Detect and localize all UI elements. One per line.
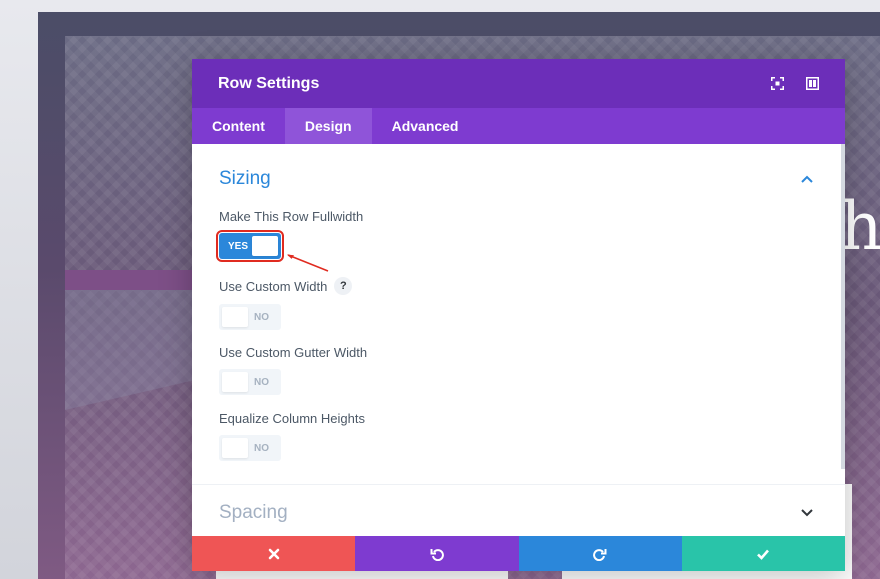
gutter-width-label: Use Custom Gutter Width bbox=[219, 345, 368, 360]
toggle-knob bbox=[222, 438, 248, 458]
equalize-heights-toggle[interactable]: NO bbox=[219, 435, 281, 461]
toggle-state: NO bbox=[254, 442, 269, 454]
modal-body: Sizing Make This Row Fullwidth YES Use C… bbox=[192, 144, 845, 536]
expand-icon[interactable] bbox=[771, 77, 784, 90]
sizing-section-header[interactable]: Sizing bbox=[192, 144, 845, 214]
toggle-knob bbox=[252, 236, 278, 256]
background-module bbox=[216, 571, 508, 579]
field-label: Equalize Column Heights bbox=[219, 411, 365, 426]
field-label: Use Custom Width ? bbox=[219, 277, 353, 295]
background-module bbox=[562, 571, 844, 579]
toggle-state: NO bbox=[254, 376, 269, 388]
modal-header: Row Settings bbox=[192, 59, 845, 108]
toggle-knob bbox=[222, 372, 248, 392]
tab-content[interactable]: Content bbox=[192, 108, 285, 144]
modal-footer bbox=[192, 536, 845, 571]
toggle-knob bbox=[222, 307, 248, 327]
close-icon bbox=[268, 548, 279, 559]
scrollbar[interactable] bbox=[841, 144, 845, 469]
spacing-section-header[interactable]: Spacing bbox=[192, 478, 845, 536]
toggle-state: NO bbox=[254, 311, 269, 323]
save-button[interactable] bbox=[681, 536, 845, 571]
undo-button[interactable] bbox=[355, 536, 519, 571]
equalize-heights-label: Equalize Column Heights bbox=[219, 411, 365, 426]
toggle-state: YES bbox=[228, 240, 249, 252]
help-icon[interactable]: ? bbox=[334, 277, 353, 295]
fullwidth-label: Make This Row Fullwidth bbox=[219, 209, 364, 224]
field-equalize-heights: Equalize Column Heights NO bbox=[192, 411, 392, 461]
redo-button[interactable] bbox=[518, 536, 682, 571]
field-label: Make This Row Fullwidth bbox=[219, 209, 363, 224]
custom-width-label: Use Custom Width bbox=[219, 278, 328, 294]
field-gutter-width: Use Custom Gutter Width NO bbox=[192, 345, 394, 395]
header-actions bbox=[771, 77, 819, 90]
fullwidth-toggle[interactable]: YES bbox=[216, 230, 284, 262]
modal-tabs: Content Design Advanced bbox=[192, 108, 845, 144]
cancel-button[interactable] bbox=[192, 536, 356, 571]
chevron-down-icon[interactable] bbox=[801, 509, 813, 517]
modal-title: Row Settings bbox=[218, 74, 320, 92]
tab-design[interactable]: Design bbox=[284, 108, 372, 144]
gutter-width-toggle[interactable]: NO bbox=[219, 369, 281, 395]
annotation-arrow bbox=[287, 254, 329, 272]
check-icon bbox=[757, 549, 770, 560]
field-custom-width: Use Custom Width ? NO bbox=[192, 277, 379, 330]
field-label: Use Custom Gutter Width bbox=[219, 345, 367, 360]
custom-width-toggle[interactable]: NO bbox=[219, 304, 281, 330]
background-heading: hi bbox=[840, 188, 880, 265]
background-stripe bbox=[65, 270, 195, 290]
section-title-sizing: Sizing bbox=[219, 168, 271, 189]
tab-advanced[interactable]: Advanced bbox=[372, 108, 479, 144]
row-settings-modal: Row Settings Content Design Advanced Siz… bbox=[192, 59, 845, 571]
chevron-up-icon[interactable] bbox=[801, 175, 813, 183]
sidebar-layout-icon[interactable] bbox=[806, 77, 819, 90]
undo-icon bbox=[430, 548, 444, 561]
section-title-spacing: Spacing bbox=[219, 502, 288, 523]
redo-icon bbox=[593, 548, 607, 561]
